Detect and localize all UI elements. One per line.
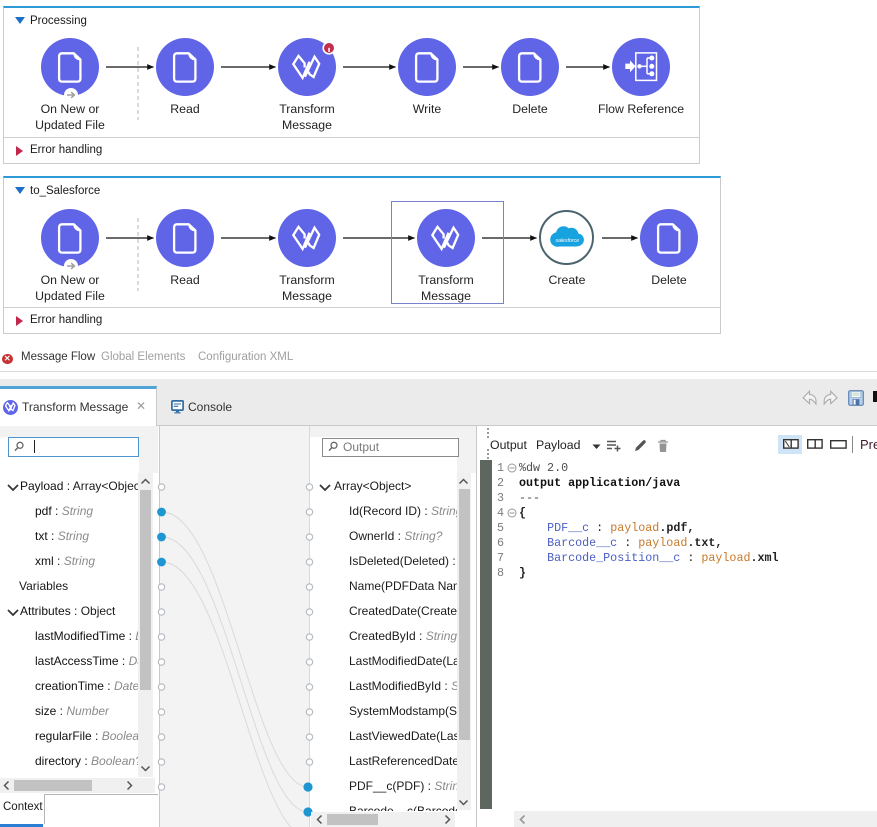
svg-text:salesforce: salesforce: [555, 238, 579, 244]
